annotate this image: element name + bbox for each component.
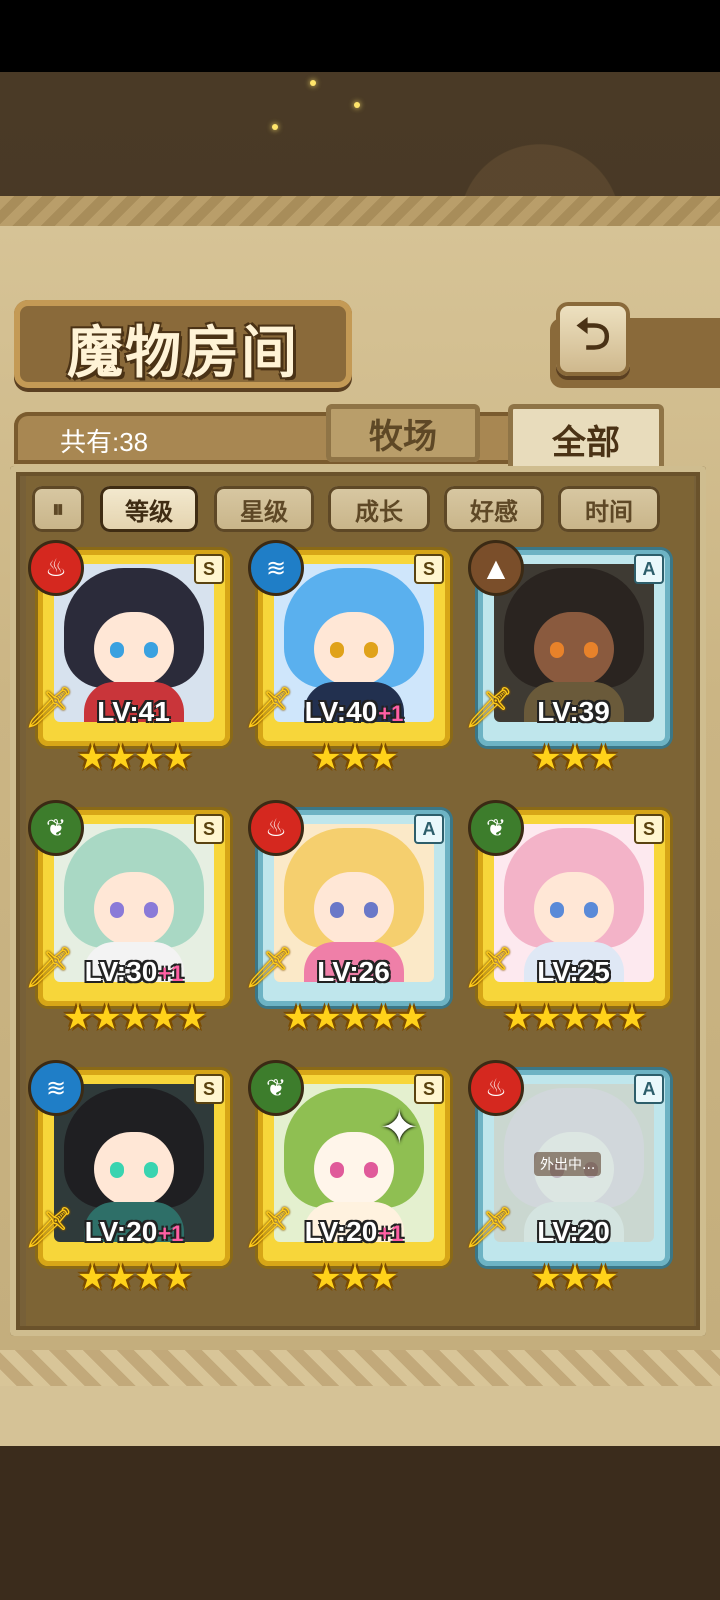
level-bonus: +1: [158, 1221, 184, 1246]
sort-time-button[interactable]: 时间: [558, 486, 660, 532]
level-value: LV:41: [97, 696, 170, 727]
fire-element-icon: ♨: [468, 1060, 524, 1116]
star-rating: ★★★★★: [282, 998, 427, 1038]
monster-card[interactable]: ❦ S ✦ 🗡 LV:20+1 ★★★: [244, 1060, 454, 1298]
level-label: LV:20: [474, 1216, 674, 1248]
back-button[interactable]: ⮌: [556, 302, 630, 376]
level-value: LV:20: [537, 1216, 610, 1247]
level-value: LV:39: [537, 696, 610, 727]
monster-card[interactable]: ♨ A 🗡 LV:26 ★★★★★: [244, 800, 454, 1038]
level-bonus: +1: [378, 1221, 404, 1246]
sort-level-button[interactable]: 等级: [100, 486, 198, 532]
level-value: LV:20: [304, 1216, 378, 1247]
sparkle: [354, 102, 360, 108]
earth-element-icon: ▲: [468, 540, 524, 596]
level-value: LV:40: [304, 696, 378, 727]
level-label: LV:30+1: [34, 956, 234, 988]
star-rating: ★★★★: [77, 738, 193, 778]
level-label: LV:39: [474, 696, 674, 728]
water-element-icon: ≋: [28, 1060, 84, 1116]
level-label: LV:20+1: [254, 1216, 454, 1248]
pause-order-icon: ⏸: [52, 495, 64, 523]
star-rating: ★★★★: [77, 1258, 193, 1298]
level-bonus: +1: [378, 701, 404, 726]
back-arrow-icon: ⮌: [575, 308, 611, 360]
star-rating: ★★★: [311, 1258, 398, 1298]
page-title: 魔物房间: [67, 321, 299, 386]
status-bar: [0, 0, 720, 72]
wood-element-icon: ❦: [468, 800, 524, 856]
level-label: LV:25: [474, 956, 674, 988]
rank-badge: S: [634, 814, 664, 844]
water-element-icon: ≋: [248, 540, 304, 596]
star-rating: ★★★★★: [502, 998, 647, 1038]
level-value: LV:20: [84, 1216, 158, 1247]
star-rating: ★★★★★: [62, 998, 207, 1038]
star-rating: ★★★: [531, 1258, 618, 1298]
monster-card[interactable]: ❦ S 🗡 LV:30+1 ★★★★★: [24, 800, 234, 1038]
title-plate: 魔物房间: [14, 300, 352, 388]
sort-growth-button[interactable]: 成长: [328, 486, 430, 532]
level-value: LV:25: [537, 956, 610, 987]
star-rating: ★★★: [531, 738, 618, 778]
monster-card[interactable]: ❦ S 🗡 LV:25 ★★★★★: [464, 800, 674, 1038]
monster-count: 共有:38: [60, 427, 149, 457]
monster-card[interactable]: ≋ S 🗡 LV:40+1 ★★★: [244, 540, 454, 778]
fire-element-icon: ♨: [248, 800, 304, 856]
level-label: LV:41: [34, 696, 234, 728]
wood-element-icon: ❦: [28, 800, 84, 856]
panel-bottom-border: [0, 1350, 720, 1386]
sort-order-toggle[interactable]: ⏸: [32, 486, 84, 532]
rank-badge: A: [634, 554, 664, 584]
wood-element-icon: ❦: [248, 1060, 304, 1116]
shuriken-icon: ✦: [380, 1100, 419, 1154]
star-rating: ★★★: [311, 738, 398, 778]
rank-badge: S: [414, 554, 444, 584]
monster-card[interactable]: ≋ S 🗡 LV:20+1 ★★★★: [24, 1060, 234, 1298]
sort-star-button[interactable]: 星级: [214, 486, 314, 532]
monster-card[interactable]: 外出中... ♨ A 🗡 LV:20 ★★★: [464, 1060, 674, 1298]
away-status-label: 外出中...: [534, 1152, 602, 1176]
tab-all[interactable]: 全部: [508, 404, 664, 474]
level-label: LV:20+1: [34, 1216, 234, 1248]
monster-card[interactable]: ♨ S 🗡 LV:41 ★★★★: [24, 540, 234, 778]
sparkle: [272, 124, 278, 130]
level-bonus: +1: [158, 961, 184, 986]
level-value: LV:30: [84, 956, 158, 987]
tab-ranch[interactable]: 牧场: [326, 404, 480, 462]
rank-badge: A: [414, 814, 444, 844]
rank-badge: S: [194, 814, 224, 844]
level-label: LV:26: [254, 956, 454, 988]
level-value: LV:26: [317, 956, 390, 987]
sparkle: [310, 80, 316, 86]
panel-top-border: [0, 196, 720, 226]
monster-card[interactable]: ▲ A 🗡 LV:39 ★★★: [464, 540, 674, 778]
map-background-bottom: [0, 1446, 720, 1600]
sort-affection-button[interactable]: 好感: [444, 486, 544, 532]
rank-badge: S: [194, 554, 224, 584]
rank-badge: A: [634, 1074, 664, 1104]
rank-badge: S: [194, 1074, 224, 1104]
fire-element-icon: ♨: [28, 540, 84, 596]
level-label: LV:40+1: [254, 696, 454, 728]
panel-footer: [0, 1386, 720, 1446]
